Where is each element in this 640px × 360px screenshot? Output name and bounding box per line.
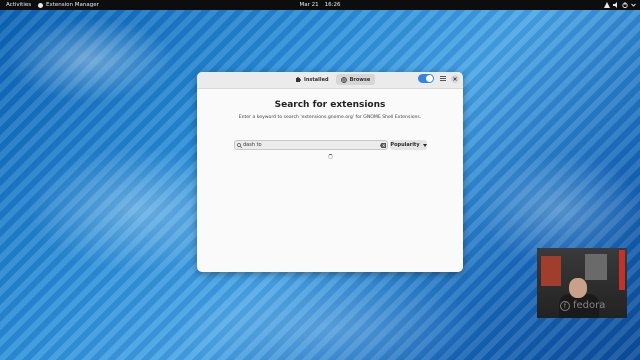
search-icon [235, 142, 243, 148]
view-switcher: Installed Browse [290, 74, 376, 85]
close-button[interactable] [451, 74, 459, 83]
extension-manager-window: Installed Browse Search for extensions E… [197, 72, 463, 272]
loading-spinner [328, 154, 333, 159]
system-status-area[interactable] [604, 0, 636, 10]
puzzle-icon [296, 76, 301, 82]
page-subtitle: Enter a keyword to search 'extensions.gn… [238, 115, 422, 120]
search-entry[interactable] [234, 140, 388, 150]
power-icon [622, 2, 628, 8]
search-input[interactable] [243, 141, 378, 149]
chevron-down-icon [422, 143, 427, 147]
fedora-watermark: f fedora [560, 300, 605, 311]
extensions-toggle[interactable] [418, 74, 434, 83]
header-bar: Installed Browse [197, 72, 463, 89]
hamburger-menu-icon [439, 76, 446, 81]
tab-installed-label: Installed [304, 76, 329, 83]
header-actions [418, 74, 459, 83]
chevron-down-icon [631, 3, 636, 7]
volume-icon [613, 2, 617, 8]
sort-dropdown-label: Popularity [390, 142, 420, 148]
top-bar: Activities Extension Manager Mar 21 16:26 [0, 0, 640, 10]
page-title: Search for extensions [274, 100, 386, 110]
tab-installed[interactable]: Installed [290, 74, 334, 85]
tab-browse-label: Browse [349, 76, 371, 83]
close-icon [453, 76, 457, 81]
webcam-background-frame [585, 254, 607, 280]
toggle-knob [426, 75, 433, 82]
clear-search-icon[interactable] [378, 142, 387, 148]
network-icon [604, 2, 610, 8]
tab-browse[interactable]: Browse [335, 74, 376, 85]
fedora-logo-icon: f [560, 300, 570, 311]
webcam-background-poster [541, 256, 561, 286]
main-menu-button[interactable] [438, 74, 447, 83]
sort-dropdown[interactable]: Popularity [390, 140, 427, 150]
globe-icon [340, 76, 347, 83]
watermark-text: fedora [573, 300, 606, 311]
webcam-background-stripe [619, 250, 625, 290]
clock[interactable]: Mar 21 16:26 [0, 0, 640, 10]
clock-date: Mar 21 [299, 2, 319, 8]
webcam-person-head [569, 278, 587, 298]
clock-time: 16:26 [324, 2, 341, 8]
